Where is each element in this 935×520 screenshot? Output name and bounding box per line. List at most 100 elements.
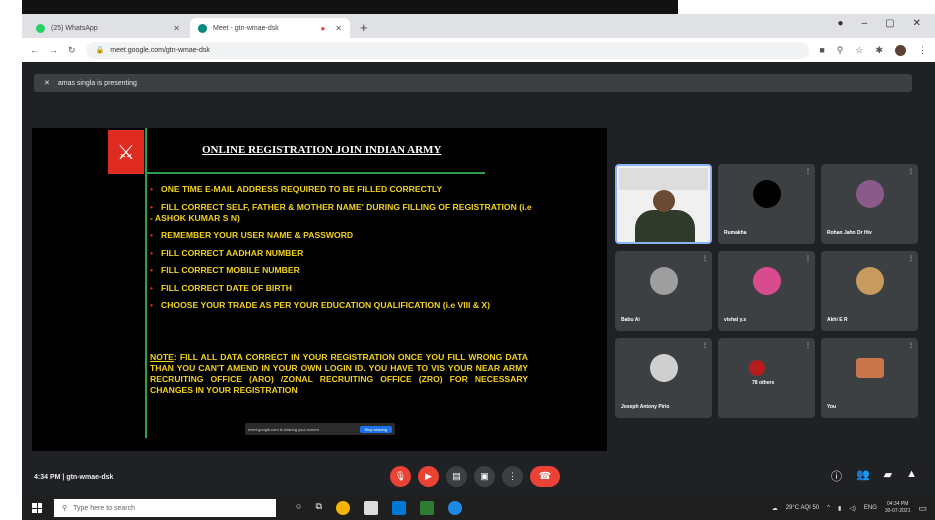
participant-name: Babu Ai xyxy=(621,317,640,323)
presenter-video xyxy=(635,210,695,242)
participant-tile[interactable]: ⋮ Joseph Antony Pirio xyxy=(615,338,712,418)
participant-name: Rumakha xyxy=(724,230,747,236)
browser-chrome: (25) WhatsApp ✕ Meet - gtn-wmae-dsk ● ✕ … xyxy=(22,14,935,62)
mic-off-icon: ⋮ xyxy=(908,256,914,262)
menu-icon[interactable]: ⋮ xyxy=(918,45,927,56)
back-icon[interactable]: ← xyxy=(30,45,39,55)
participant-tile-others[interactable]: ⋮ 78 others xyxy=(718,338,815,418)
screen-share-bar: meet.google.com is sharing your screen S… xyxy=(245,423,395,435)
profile-icon[interactable]: ● xyxy=(838,18,844,29)
meet-control-bar: 4:34 PM | gtn-wmae-dsk 🎙 ▶ ▤ ▣ ⋮ ☎ ⓘ 👥 ▰… xyxy=(22,458,935,496)
meet-side-controls: ⓘ 👥 ▰ ▲ xyxy=(831,468,917,484)
lock-icon: 🔒 xyxy=(95,47,105,54)
participant-tile-presenter[interactable] xyxy=(615,164,712,244)
call-controls: 🎙 ▶ ▤ ▣ ⋮ ☎ xyxy=(390,466,560,487)
language-indicator[interactable]: ENG xyxy=(864,505,877,511)
people-icon[interactable]: 👥 xyxy=(856,468,870,484)
participant-name: You xyxy=(827,404,837,410)
slide-divider-vertical xyxy=(145,128,147,438)
stop-sharing-button[interactable]: Stop sharing xyxy=(359,425,392,433)
close-window-button[interactable]: ✕ xyxy=(913,18,921,29)
avatar[interactable] xyxy=(895,44,906,56)
activities-icon[interactable]: ▲ xyxy=(906,468,917,484)
camera-icon[interactable]: ■ xyxy=(819,45,824,56)
edge-icon[interactable] xyxy=(447,501,462,515)
mic-off-icon: ⋮ xyxy=(805,343,811,349)
participant-tile-self[interactable]: ⋮ You xyxy=(821,338,918,418)
close-icon[interactable]: ✕ xyxy=(173,24,180,33)
taskbar-clock[interactable]: 04:34 PM 30-07-2021 xyxy=(885,501,911,515)
participant-tile[interactable]: ⋮ Akhi E R xyxy=(821,251,918,331)
meeting-info: 4:34 PM | gtn-wmae-dsk xyxy=(34,474,113,481)
close-icon[interactable]: ✕ xyxy=(335,24,342,33)
present-icon: ✕ xyxy=(44,80,50,87)
whatsapp-icon xyxy=(36,23,45,33)
notifications-icon[interactable]: ▭ xyxy=(918,503,927,514)
volume-icon[interactable]: ◁) xyxy=(849,505,856,512)
participant-name: Rohan Jahn Dr Hiv xyxy=(827,230,872,236)
toolbar-icons: ■ ⚲ ☆ ✱ ⋮ xyxy=(819,44,927,56)
clock-time: 04:34 PM xyxy=(886,501,909,507)
camera-off-button[interactable]: ▶ xyxy=(418,466,439,487)
battery-icon: ▮ xyxy=(837,505,842,512)
cortana-icon[interactable]: ○ xyxy=(296,501,301,515)
participant-name: Joseph Antony Pirio xyxy=(621,404,670,410)
bullet-item: • FILL CORRECT AADHAR NUMBER xyxy=(150,247,304,258)
slide-divider-horizontal xyxy=(145,172,485,174)
present-button[interactable]: ▣ xyxy=(474,466,495,487)
participant-tile[interactable]: ⋮ Babu Ai xyxy=(615,251,712,331)
zoom-icon[interactable]: ⚲ xyxy=(837,45,844,56)
reload-icon[interactable]: ↻ xyxy=(68,45,76,56)
end-call-button[interactable]: ☎ xyxy=(530,466,560,487)
maximize-button[interactable]: ▢ xyxy=(885,18,894,29)
slide-note: NOTE: FILL ALL DATA CORRECT IN YOUR REGI… xyxy=(150,352,528,396)
mic-off-button[interactable]: 🎙 xyxy=(390,466,411,487)
weather-icon: ☁ xyxy=(771,505,778,512)
participant-name: 78 others xyxy=(752,380,775,386)
chrome-icon[interactable] xyxy=(335,501,350,515)
bullet-item: • FILL CORRECT MOBILE NUMBER xyxy=(150,265,300,275)
avatar xyxy=(855,358,884,379)
avatar xyxy=(752,267,781,296)
chat-icon[interactable]: ▰ xyxy=(884,468,892,484)
meet-icon xyxy=(198,23,207,33)
info-icon[interactable]: ⓘ xyxy=(831,468,842,484)
star-icon[interactable]: ☆ xyxy=(855,45,863,56)
taskbar-search[interactable]: ⚲ Type here to search xyxy=(54,499,276,517)
participant-tile[interactable]: ⋮ Rohan Jahn Dr Hiv xyxy=(821,164,918,244)
new-tab-button[interactable]: + xyxy=(352,20,376,38)
mic-off-icon: ⋮ xyxy=(702,343,708,349)
chevron-up-icon[interactable]: ^ xyxy=(827,505,830,511)
store-icon[interactable] xyxy=(363,501,378,515)
mic-off-icon: ⋮ xyxy=(805,256,811,262)
forward-icon[interactable]: → xyxy=(49,45,58,55)
task-view-icon[interactable]: ⧉ xyxy=(315,501,321,515)
presentation-slide: ⚔ ONLINE REGISTRATION JOIN INDIAN ARMY •… xyxy=(32,128,607,451)
presenter-screen-thumbnail xyxy=(619,168,708,190)
more-options-button[interactable]: ⋮ xyxy=(502,466,523,487)
tab-meet[interactable]: Meet - gtn-wmae-dsk ● ✕ xyxy=(190,18,350,38)
tab-label: (25) WhatsApp xyxy=(51,24,98,32)
minimize-button[interactable]: – xyxy=(862,18,868,29)
top-black-bar xyxy=(22,0,678,14)
participant-tile[interactable]: ⋮ Rumakha xyxy=(718,164,815,244)
bullet-item: • FILL CORRECT SELF, FATHER & MOTHER NAME… xyxy=(150,201,532,223)
address-row: ← → ↻ 🔒 meet.google.com/gtn-wmae-dsk ■ ⚲… xyxy=(22,38,935,62)
app-icon[interactable] xyxy=(419,501,434,515)
address-bar[interactable]: 🔒 meet.google.com/gtn-wmae-dsk xyxy=(85,41,810,59)
mail-icon[interactable] xyxy=(391,501,406,515)
tab-whatsapp[interactable]: (25) WhatsApp ✕ xyxy=(28,18,188,38)
extensions-icon[interactable]: ✱ xyxy=(875,45,883,56)
participant-name: vishal y.s xyxy=(724,317,747,323)
search-icon: ⚲ xyxy=(62,505,68,512)
windows-start-icon[interactable] xyxy=(32,503,42,513)
weather-text: 29°C AQI 50 xyxy=(785,505,820,511)
pinned-apps: ○ ⧉ xyxy=(296,501,462,515)
captions-button[interactable]: ▤ xyxy=(446,466,467,487)
window-controls: ● – ▢ ✕ xyxy=(838,18,921,29)
participant-tile[interactable]: ⋮ vishal y.s xyxy=(718,251,815,331)
system-tray: ☁ 29°C AQI 50 ^ ▮ ◁) ENG 04:34 PM 30-07-… xyxy=(772,501,935,515)
share-bar-text: meet.google.com is sharing your screen xyxy=(248,426,319,432)
mic-off-icon: ⋮ xyxy=(702,256,708,262)
army-emblem-icon: ⚔ xyxy=(108,130,144,174)
